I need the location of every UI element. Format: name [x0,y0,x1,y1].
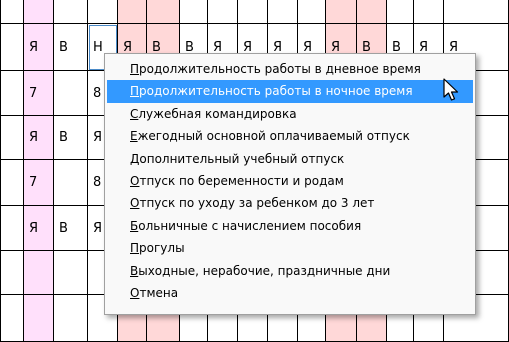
timesheet-cell[interactable] [180,0,208,24]
timesheet-cell[interactable] [24,251,54,295]
timesheet-cell[interactable] [0,24,24,71]
timesheet-cell[interactable] [387,0,414,24]
timesheet-cell[interactable] [54,0,88,24]
timesheet-cell[interactable]: В [54,206,88,251]
grid-left-border [0,0,1,342]
timesheet-cell[interactable]: Я [24,24,54,71]
timesheet-cell[interactable] [54,251,88,295]
timesheet-cell[interactable] [0,116,24,160]
timesheet-cell[interactable]: В [54,24,88,71]
table-row [0,0,509,24]
menu-item-cancel[interactable]: Отмена [107,282,473,304]
timesheet-cell[interactable]: 7 [24,160,54,206]
timesheet-cell[interactable] [414,0,444,24]
timesheet-cell[interactable] [0,295,24,342]
menu-item-study-leave[interactable]: Дополнительный учебный отпуск [107,148,473,170]
timesheet-cell[interactable] [208,0,238,24]
timesheet-cell[interactable] [0,206,24,251]
timesheet-cell[interactable] [54,295,88,342]
timesheet-cell[interactable] [326,0,357,24]
timesheet-cell[interactable]: Я [24,206,54,251]
timesheet-cell[interactable] [0,71,24,116]
menu-item-business-trip[interactable]: Служебная командировка [107,103,473,125]
timesheet-cell[interactable] [88,0,118,24]
menu-item-annual-leave[interactable]: Ежегодный основной оплачиваемый отпуск [107,125,473,147]
timesheet-cell[interactable] [298,0,326,24]
menu-item-maternity-leave[interactable]: Отпуск по беременности и родам [107,170,473,192]
timesheet-cell[interactable]: 7 [24,71,54,116]
timesheet-cell[interactable] [357,0,387,24]
timesheet-cell[interactable] [0,160,24,206]
context-menu: Продолжительность работы в дневное время… [104,53,476,315]
mouse-pointer-icon [443,78,459,101]
menu-item-day-work[interactable]: Продолжительность работы в дневное время [107,58,473,80]
timesheet-cell[interactable] [118,0,147,24]
timesheet-cell[interactable] [54,160,88,206]
menu-item-parental-leave[interactable]: Отпуск по уходу за ребенком до 3 лет [107,192,473,214]
timesheet-cell[interactable] [0,0,24,24]
timesheet-cell[interactable] [147,0,180,24]
timesheet-cell[interactable] [24,0,54,24]
timesheet-cell[interactable] [54,71,88,116]
timesheet-cell[interactable] [0,251,24,295]
menu-item-night-work[interactable]: Продолжительность работы в ночное время [107,80,473,103]
menu-item-days-off[interactable]: Выходные, нерабочие, праздничные дни [107,260,473,282]
timesheet-cell[interactable] [24,295,54,342]
timesheet-cell[interactable] [268,0,298,24]
timesheet-cell[interactable]: Я [24,116,54,160]
timesheet-cell[interactable] [238,0,268,24]
timesheet-cell[interactable] [444,0,509,24]
menu-item-sick-leave[interactable]: Больничные с начислением пособия [107,215,473,237]
menu-item-absence[interactable]: Прогулы [107,237,473,259]
timesheet-cell[interactable]: В [54,116,88,160]
